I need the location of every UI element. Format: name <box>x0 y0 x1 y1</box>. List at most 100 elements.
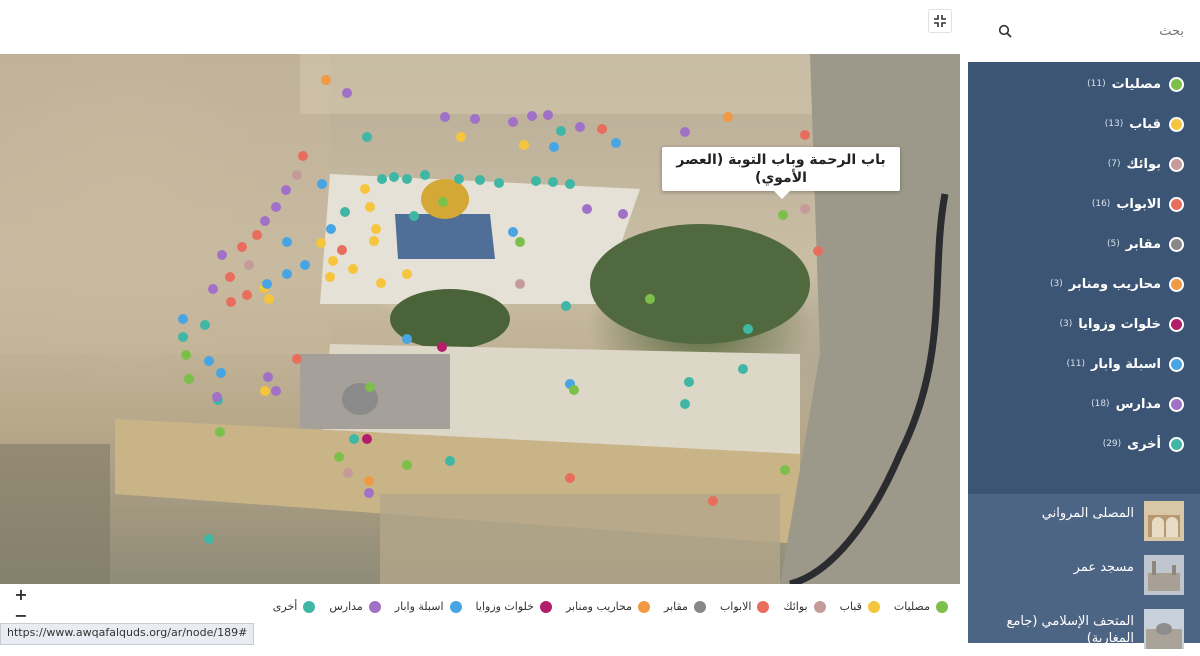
map-marker[interactable] <box>618 209 628 219</box>
category-arcades[interactable]: بوائك (7) <box>968 144 1200 184</box>
map-marker[interactable] <box>402 174 412 184</box>
map-marker[interactable] <box>723 112 733 122</box>
map-marker[interactable] <box>565 179 575 189</box>
place-item[interactable]: مسجد عمر <box>968 548 1200 602</box>
map-marker[interactable] <box>342 88 352 98</box>
category-schools[interactable]: مدارس (18) <box>968 384 1200 424</box>
category-mihrabs[interactable]: محاريب ومنابر (3) <box>968 264 1200 304</box>
map-marker[interactable] <box>365 202 375 212</box>
map-marker[interactable] <box>402 269 412 279</box>
map-marker[interactable] <box>298 151 308 161</box>
map-marker[interactable] <box>348 264 358 274</box>
map-marker[interactable] <box>242 290 252 300</box>
map-marker[interactable] <box>645 294 655 304</box>
map-marker[interactable] <box>402 460 412 470</box>
category-other[interactable]: أخرى (29) <box>968 424 1200 464</box>
category-gates[interactable]: الابواب (16) <box>968 184 1200 224</box>
map-marker[interactable] <box>237 242 247 252</box>
legend-item-prayer-halls[interactable]: مصليات <box>894 600 948 613</box>
map-marker[interactable] <box>371 224 381 234</box>
search-icon[interactable] <box>998 24 1012 38</box>
exit-fullscreen-button[interactable] <box>928 9 952 33</box>
map-marker[interactable] <box>264 294 274 304</box>
map-marker[interactable] <box>377 174 387 184</box>
map-marker[interactable] <box>262 279 272 289</box>
map-marker[interactable] <box>556 126 566 136</box>
place-item[interactable]: المصلى المرواني <box>968 494 1200 548</box>
map-marker[interactable] <box>527 111 537 121</box>
map-marker[interactable] <box>389 172 399 182</box>
map-marker[interactable] <box>778 210 788 220</box>
map-marker[interactable] <box>575 122 585 132</box>
map-marker[interactable] <box>611 138 621 148</box>
map-marker[interactable] <box>409 211 419 221</box>
legend-item-cemeteries[interactable]: مقابر <box>664 600 706 613</box>
map-marker[interactable] <box>225 272 235 282</box>
map-marker[interactable] <box>300 260 310 270</box>
map-marker[interactable] <box>780 465 790 475</box>
map-marker[interactable] <box>215 427 225 437</box>
map-marker[interactable] <box>263 372 273 382</box>
legend-item-arcades[interactable]: بوائك <box>783 600 826 613</box>
map-marker[interactable] <box>292 170 302 180</box>
map-marker[interactable] <box>365 382 375 392</box>
aerial-photo-map[interactable] <box>0 54 960 584</box>
map-marker[interactable] <box>362 434 372 444</box>
map-marker[interactable] <box>292 354 302 364</box>
map-marker[interactable] <box>369 236 379 246</box>
legend-item-domes[interactable]: قباب <box>840 600 880 613</box>
map-marker[interactable] <box>364 488 374 498</box>
map-marker[interactable] <box>349 434 359 444</box>
map-marker[interactable] <box>475 175 485 185</box>
map-marker[interactable] <box>216 368 226 378</box>
place-item[interactable]: المتحف الإسلامي (جامع المغاربة) <box>968 602 1200 656</box>
map-marker[interactable] <box>376 278 386 288</box>
map-marker[interactable] <box>217 250 227 260</box>
map-marker[interactable] <box>212 392 222 402</box>
map-marker[interactable] <box>800 130 810 140</box>
category-cemeteries[interactable]: مقابر (5) <box>968 224 1200 264</box>
map-marker[interactable] <box>420 170 430 180</box>
map-marker[interactable] <box>515 237 525 247</box>
map-marker[interactable] <box>438 197 448 207</box>
map-marker[interactable] <box>364 476 374 486</box>
map-marker[interactable] <box>208 284 218 294</box>
map-marker[interactable] <box>549 142 559 152</box>
search-input[interactable] <box>1012 22 1186 40</box>
map-marker[interactable] <box>531 176 541 186</box>
legend-item-fountains[interactable]: اسبلة وابار <box>395 600 462 613</box>
category-prayer-halls[interactable]: مصليات (11) <box>968 64 1200 104</box>
map-marker[interactable] <box>200 320 210 330</box>
map-marker[interactable] <box>204 356 214 366</box>
map-marker[interactable] <box>321 75 331 85</box>
category-fountains[interactable]: اسبلة وابار (11) <box>968 344 1200 384</box>
map-marker[interactable] <box>281 185 291 195</box>
map-marker[interactable] <box>181 350 191 360</box>
map-marker[interactable] <box>337 245 347 255</box>
map-marker[interactable] <box>454 174 464 184</box>
map-marker[interactable] <box>519 140 529 150</box>
map-marker[interactable] <box>508 117 518 127</box>
map-marker[interactable] <box>282 269 292 279</box>
map-marker[interactable] <box>343 468 353 478</box>
map-marker[interactable] <box>282 237 292 247</box>
map-marker[interactable] <box>340 207 350 217</box>
legend-item-schools[interactable]: مدارس <box>329 600 381 613</box>
map-marker[interactable] <box>515 279 525 289</box>
legend-item-gates[interactable]: الابواب <box>720 600 770 613</box>
map-marker[interactable] <box>684 377 694 387</box>
map-marker[interactable] <box>184 374 194 384</box>
map-marker[interactable] <box>543 110 553 120</box>
map-marker[interactable] <box>178 314 188 324</box>
map-marker[interactable] <box>561 301 571 311</box>
map-marker[interactable] <box>565 473 575 483</box>
map-marker[interactable] <box>494 178 504 188</box>
map-marker[interactable] <box>316 238 326 248</box>
map-marker[interactable] <box>743 324 753 334</box>
legend-item-zawiyas[interactable]: خلوات وزوايا <box>476 600 552 613</box>
map-marker[interactable] <box>328 256 338 266</box>
map-marker[interactable] <box>271 202 281 212</box>
category-zawiyas[interactable]: خلوات وزوايا (3) <box>968 304 1200 344</box>
map-marker[interactable] <box>738 364 748 374</box>
map-marker[interactable] <box>508 227 518 237</box>
